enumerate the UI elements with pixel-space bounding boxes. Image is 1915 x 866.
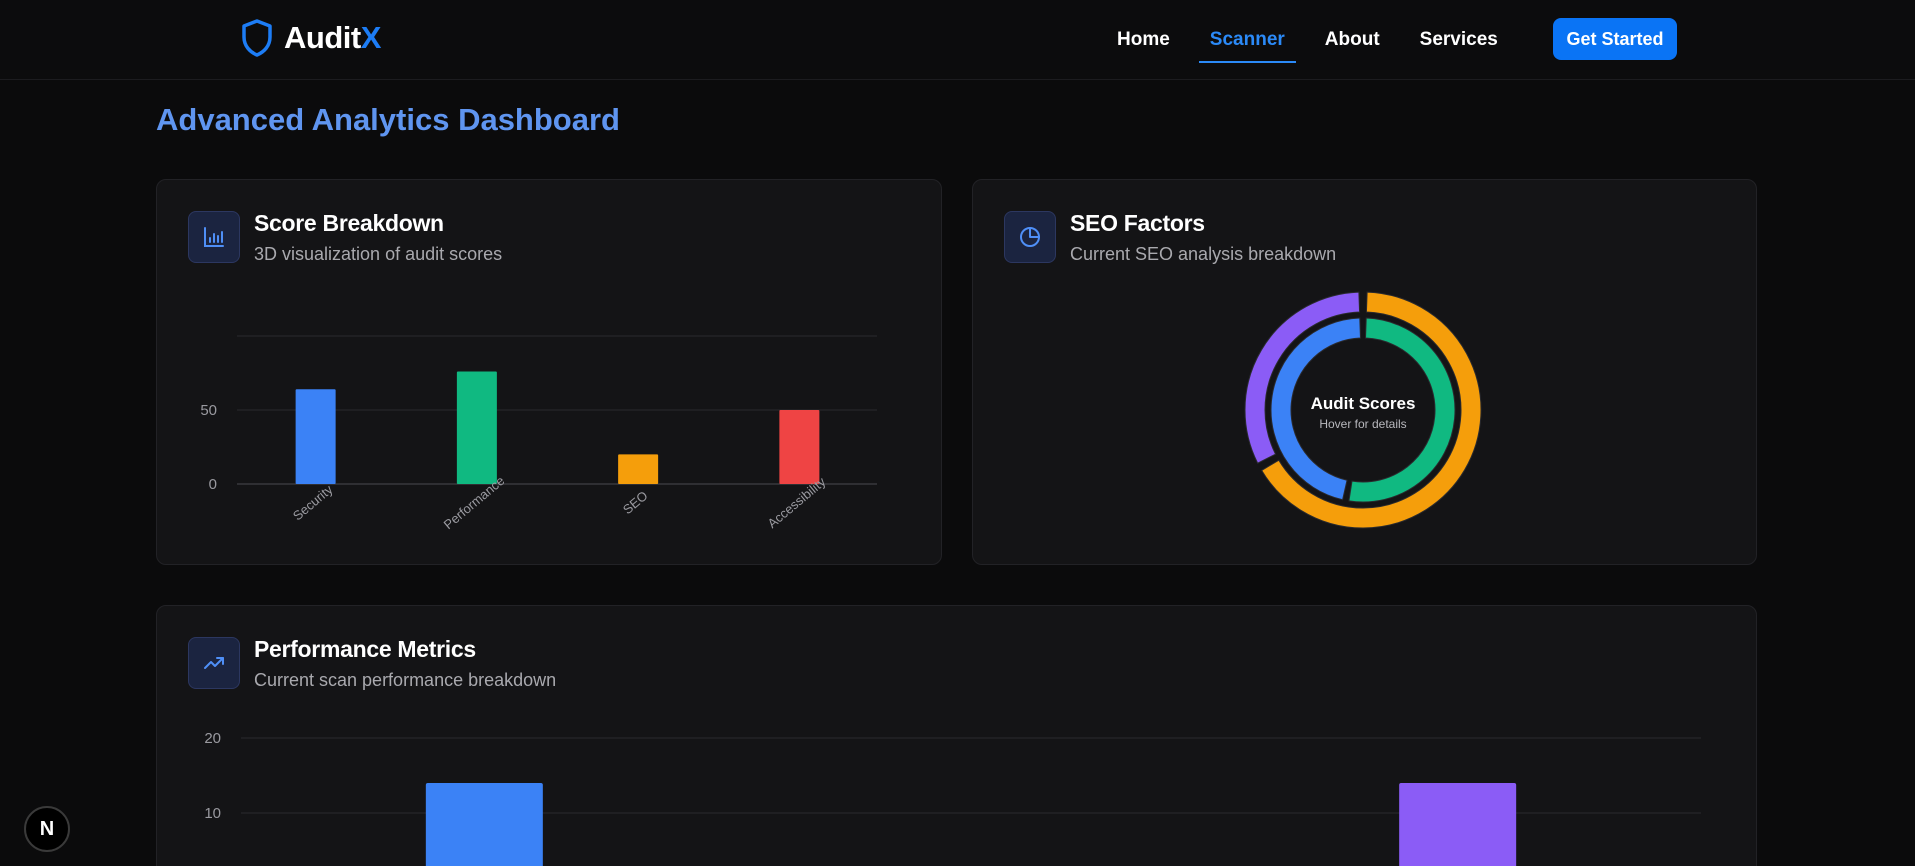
score-bar-chart: 050Security Performance SEO Accessibility [200,335,877,530]
performance-metrics-card: Performance Metrics Current scan perform… [156,605,1757,866]
bar-chart-icon [188,211,240,263]
bar [1399,783,1517,866]
seo-factors-card: SEO Factors Current SEO analysis breakdo… [972,179,1757,565]
card-title: SEO Factors [1070,210,1205,236]
donut-slice[interactable] [1244,291,1361,464]
bar [295,389,336,484]
score-breakdown-card: Score Breakdown 3D visualization of audi… [156,179,942,565]
bar [618,454,659,484]
page-title: Advanced Analytics Dashboard [156,102,620,137]
nav-scanner[interactable]: Scanner [1198,18,1296,63]
nav-home[interactable]: Home [1106,18,1181,62]
nav-links: Home Scanner About Services [1106,18,1527,63]
seo-donut-chart[interactable]: Audit Scores Hover for details [1233,280,1493,540]
donut-center-title: Audit Scores [1311,394,1416,413]
brand-name: AuditX [284,20,381,55]
x-tick-label: Security [290,481,336,523]
trending-up-icon [188,637,240,689]
y-tick-label: 20 [204,730,221,747]
shield-icon [242,19,272,57]
card-subtitle: Current SEO analysis breakdown [1070,244,1337,264]
bar [425,783,543,866]
y-tick-label: 50 [200,402,217,419]
pie-chart-icon [1004,211,1056,263]
brand-logo[interactable]: AuditX [240,18,381,58]
card-title: Score Breakdown [254,210,444,236]
nav-services[interactable]: Services [1409,18,1509,62]
nav-about[interactable]: About [1314,18,1391,62]
donut-center-subtitle: Hover for details [1319,417,1406,431]
performance-bar-chart: 10 20 [204,730,1701,866]
card-subtitle: Current scan performance breakdown [254,670,557,690]
x-tick-label: SEO [620,488,651,517]
get-started-button[interactable]: Get Started [1553,18,1677,60]
card-title: Performance Metrics [254,636,476,662]
card-subtitle: 3D visualization of audit scores [254,244,503,264]
bar [456,371,497,484]
dev-tools-badge[interactable]: N [24,806,70,852]
y-tick-label: 10 [204,805,221,822]
y-tick-label: 0 [209,476,217,493]
top-nav: AuditX Home Scanner About Services Get S… [0,0,1915,80]
bar [779,410,820,484]
